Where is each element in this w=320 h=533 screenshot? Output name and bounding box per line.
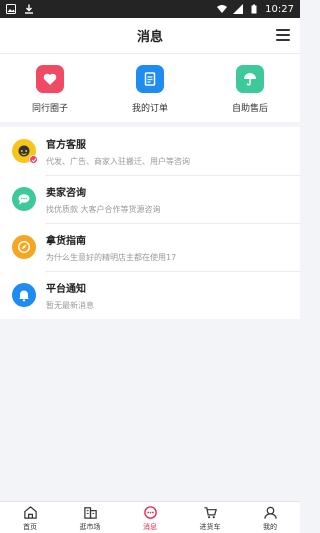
header: 消息: [0, 18, 300, 54]
market-icon: [83, 507, 97, 519]
message-icon: [143, 506, 157, 519]
gallery-icon: [6, 4, 16, 14]
message-title: 平台通知: [46, 283, 86, 295]
message-subtitle: 代发、广告、商家入驻搬迁、用户等咨询: [46, 156, 190, 166]
quick-action-label: 我的订单: [131, 104, 168, 114]
message-list: 官方客服 代发、广告、商家入驻搬迁、用户等咨询 卖家咨询 找优质款 大客户合作等…: [0, 127, 300, 319]
tab-label: 首页: [23, 523, 37, 531]
message-subtitle: 为什么生意好的精明店主都在使用17: [46, 252, 177, 262]
home-icon: [23, 506, 37, 519]
chat-icon: [12, 187, 36, 211]
tab-market[interactable]: 逛市场: [60, 502, 120, 533]
tab-label: 我的: [263, 523, 277, 531]
tab-cart[interactable]: 进货车: [180, 502, 240, 533]
list-item[interactable]: 官方客服 代发、广告、商家入驻搬迁、用户等咨询: [0, 127, 300, 175]
status-bar: 10:27: [0, 0, 300, 18]
tab-label: 消息: [143, 523, 157, 531]
battery-icon: [251, 4, 257, 14]
cart-icon: [203, 507, 217, 519]
tab-label: 进货车: [199, 523, 221, 531]
quick-action-label: 同行圈子: [31, 104, 68, 114]
page-title: 消息: [136, 30, 163, 45]
signal-icon: [233, 4, 244, 14]
bottom-tab-bar: 首页 逛市场 消息 进货车 我的: [0, 501, 300, 533]
tab-profile[interactable]: 我的: [240, 502, 300, 533]
wifi-icon: [217, 5, 228, 13]
quick-action-orders[interactable]: 我的订单: [100, 54, 200, 122]
quick-action-label: 自助售后: [231, 104, 268, 114]
tab-messages[interactable]: 消息: [120, 502, 180, 533]
tab-label: 逛市场: [79, 523, 101, 531]
heart-icon: [36, 65, 64, 93]
list-item[interactable]: 平台通知 暂无最新消息: [0, 271, 300, 319]
list-item[interactable]: 卖家咨询 找优质款 大客户合作等货源咨询: [0, 175, 300, 223]
message-subtitle: 暂无最新消息: [46, 300, 94, 310]
order-icon: [136, 65, 164, 93]
verified-badge-icon: [29, 155, 38, 164]
quick-actions: 同行圈子 我的订单 自助售后: [0, 54, 300, 122]
menu-icon[interactable]: [276, 28, 290, 42]
compass-icon: [12, 235, 36, 259]
message-title: 卖家咨询: [46, 187, 86, 199]
download-icon: [25, 4, 33, 14]
message-title: 拿货指南: [46, 235, 86, 247]
bell-icon: [12, 283, 36, 307]
customer-service-icon: [12, 139, 38, 164]
profile-icon: [263, 506, 277, 519]
tab-home[interactable]: 首页: [0, 502, 60, 533]
message-subtitle: 找优质款 大客户合作等货源咨询: [46, 204, 161, 214]
clock: 10:27: [265, 3, 294, 15]
umbrella-icon: [236, 65, 264, 93]
quick-action-aftersale[interactable]: 自助售后: [200, 54, 300, 122]
list-item[interactable]: 拿货指南 为什么生意好的精明店主都在使用17: [0, 223, 300, 271]
message-title: 官方客服: [46, 139, 86, 151]
quick-action-circle[interactable]: 同行圈子: [0, 54, 100, 122]
